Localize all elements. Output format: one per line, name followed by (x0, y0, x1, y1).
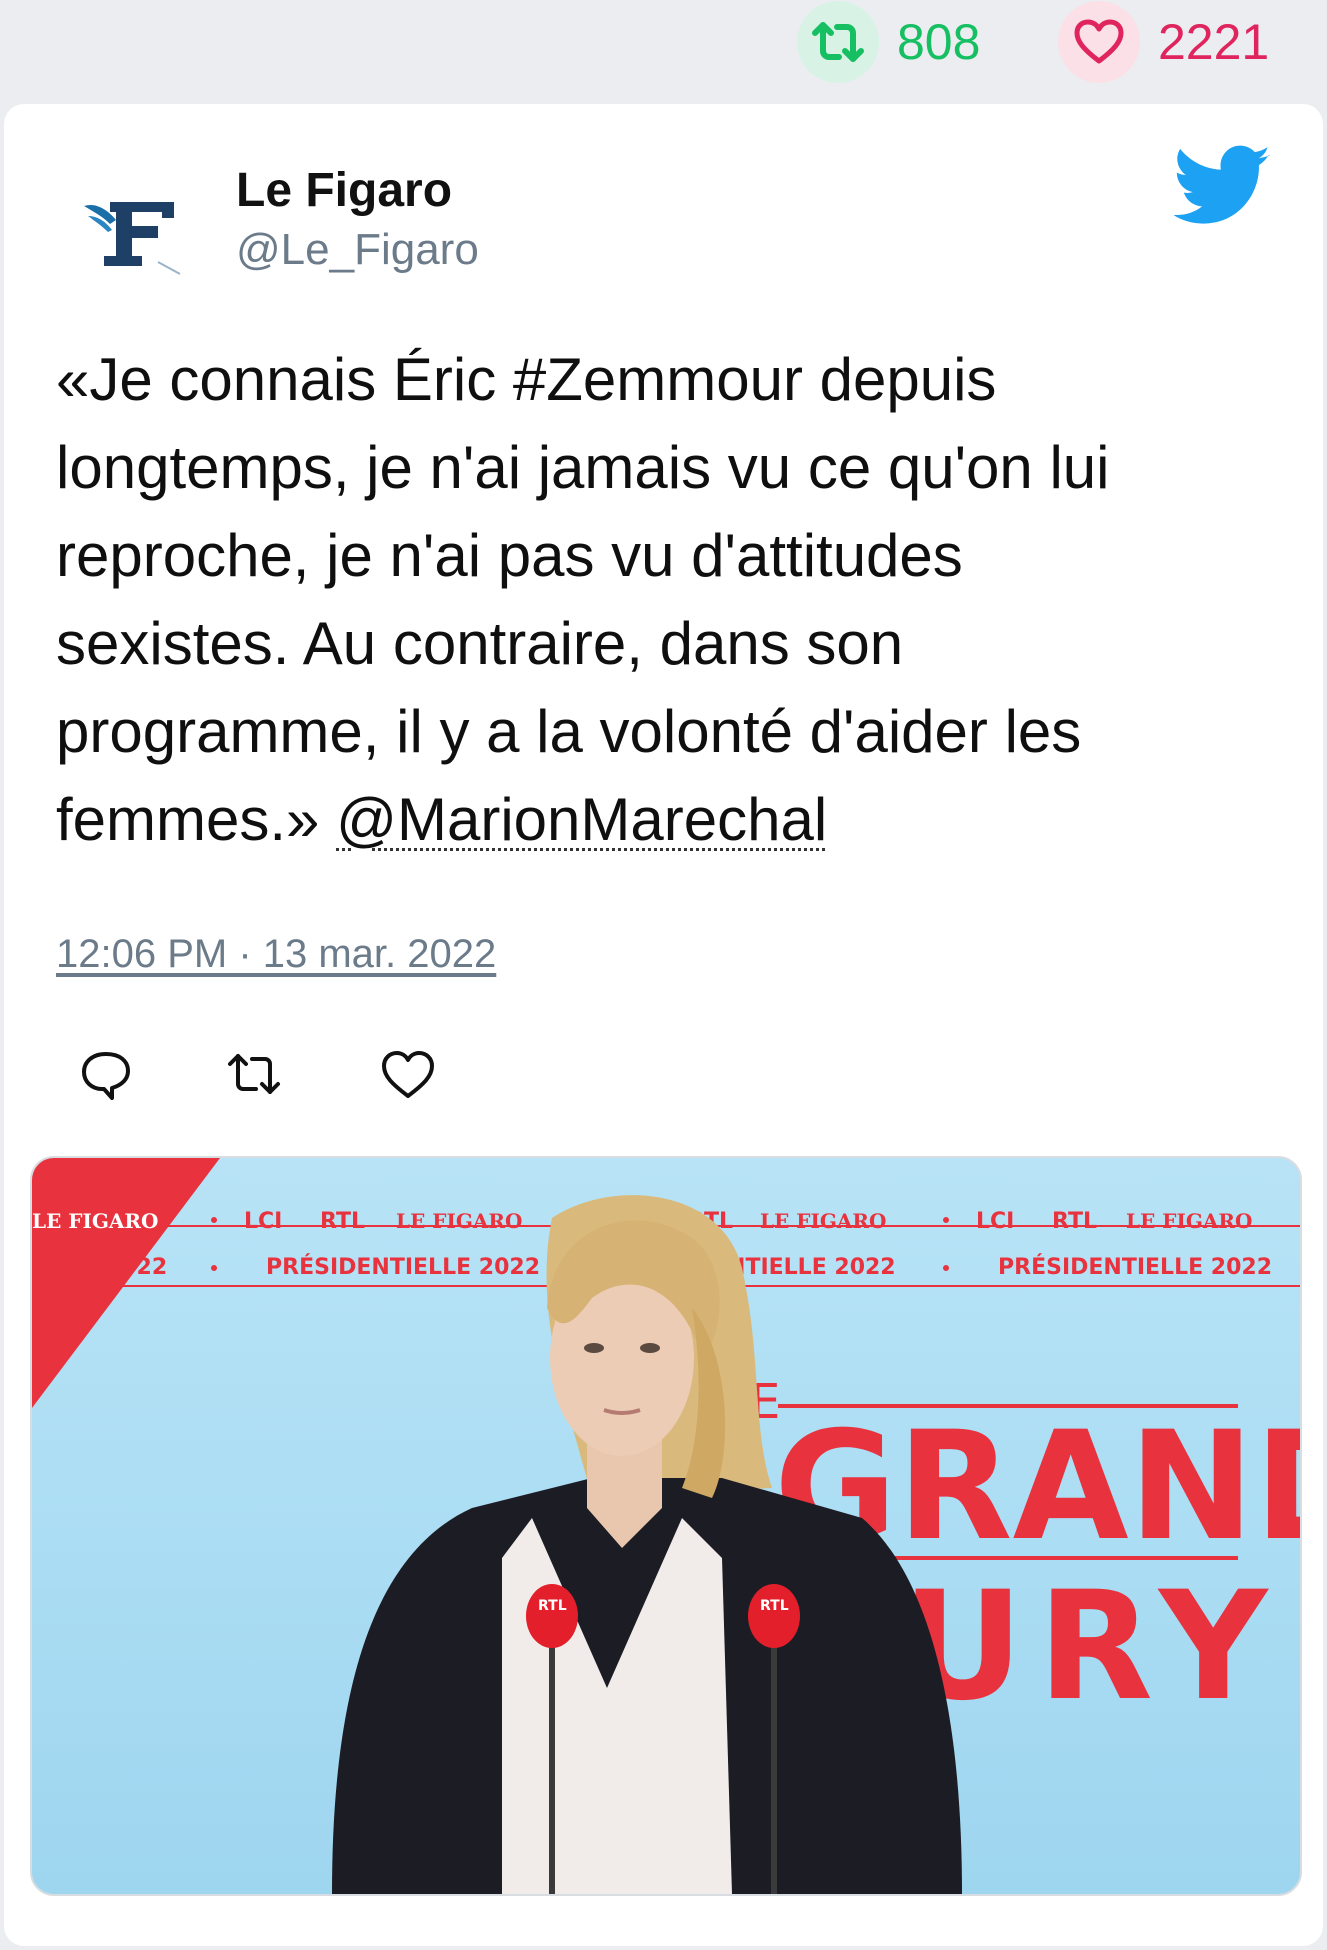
tweet-text: «Je connais Éric #Zemmour depuis longtem… (56, 336, 1276, 864)
tweet-body: «Je connais Éric #Zemmour depuis longtem… (56, 346, 1110, 853)
like-action-icon[interactable] (378, 1044, 438, 1104)
twitter-bird-icon[interactable] (1172, 144, 1272, 228)
retweet-action-icon[interactable] (224, 1044, 284, 1104)
retweet-stat[interactable]: 808 (797, 0, 980, 84)
banner-event-1: IELLE 2022 (32, 1255, 167, 1280)
banner-event-2: PRÉSIDENTIELLE 2022 (266, 1254, 540, 1280)
avatar[interactable] (62, 162, 198, 298)
banner-rtl-1: RTL (320, 1209, 365, 1234)
author-name[interactable]: Le Figaro (236, 162, 452, 220)
mic-label-left: RTL (538, 1598, 567, 1614)
like-count: 2221 (1158, 14, 1270, 70)
tweet-media-image[interactable]: LE FIGARO LE FIGARO LE FIGARO LE FIGARO … (30, 1156, 1302, 1896)
retweet-icon (797, 1, 879, 83)
speaker-figure (332, 1195, 962, 1894)
banner-brand-2: LE FIGARO (396, 1209, 522, 1233)
banner-event-4: PRÉSIDENTIELLE 2022 (998, 1254, 1272, 1280)
mic-label-right: RTL (760, 1598, 789, 1614)
mention-link[interactable]: @MarionMarechal (336, 786, 827, 853)
tweet-card[interactable]: Le Figaro @Le_Figaro «Je connais Éric #Z… (4, 104, 1323, 1946)
red-corner-shape (32, 1158, 220, 1408)
reply-icon[interactable] (76, 1044, 136, 1104)
banner-lci-2: LCI (976, 1209, 1014, 1234)
retweet-count: 808 (897, 14, 981, 70)
banner-brand-3: LE FIGARO (760, 1209, 886, 1233)
tweet-timestamp[interactable]: 12:06 PM · 13 mar. 2022 (56, 932, 496, 977)
like-stat[interactable]: 2221 (1058, 0, 1269, 84)
banner-lci-1: LCI (244, 1209, 282, 1234)
heart-icon (1058, 1, 1140, 83)
author-handle[interactable]: @Le_Figaro (236, 224, 479, 277)
engagement-stats: 808 2221 (0, 0, 1327, 100)
banner-rtl-3: RTL (1052, 1209, 1097, 1234)
banner-brand-4: LE FIGARO (1126, 1209, 1252, 1233)
banner-brand-1: LE FIGARO (32, 1209, 158, 1233)
le-figaro-logo-icon (62, 162, 198, 298)
media-illustration: LE FIGARO LE FIGARO LE FIGARO LE FIGARO … (32, 1158, 1300, 1894)
